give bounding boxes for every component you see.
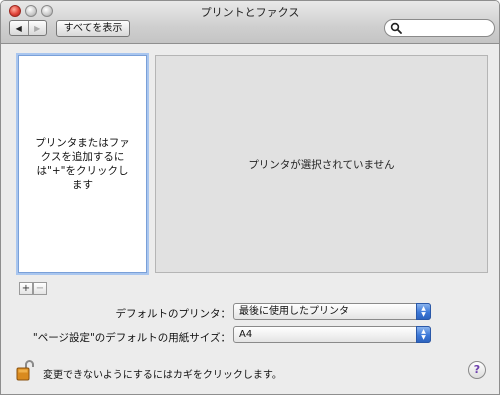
back-forward-control: ◀ ▶ — [9, 20, 47, 36]
lock-message: 変更できないようにするにはカギをクリックします。 — [43, 370, 282, 381]
popup-arrows-icon: ▲ ▼ — [416, 326, 431, 343]
search-field[interactable] — [384, 19, 495, 37]
window-title: プリントとファクス — [200, 6, 300, 19]
system-preferences-window: プリントとファクス ◀ ▶ すべてを表示 プリンタまたはファクスを追加するには"… — [0, 0, 500, 395]
printer-detail-panel: プリンタが選択されていません — [155, 55, 488, 273]
paper-size-value: A4 — [239, 329, 253, 340]
remove-printer-button[interactable]: − — [33, 282, 47, 295]
add-printer-button[interactable]: + — [19, 282, 33, 295]
default-printer-label: デフォルトのプリンタ： — [115, 308, 232, 320]
popup-arrows-icon: ▲ ▼ — [416, 303, 431, 320]
no-printer-selected-message: プリンタが選択されていません — [248, 158, 395, 171]
default-printer-popup[interactable]: 最後に使用したプリンタ ▲ ▼ — [233, 303, 431, 320]
titlebar: プリントとファクス ◀ ▶ すべてを表示 — [1, 1, 499, 44]
paper-size-label: "ページ設定"のデフォルトの用紙サイズ： — [32, 332, 231, 344]
printer-list-hint: プリンタまたはファクスを追加するには"+"をクリックします — [35, 137, 130, 191]
show-all-button[interactable]: すべてを表示 — [56, 20, 130, 37]
paper-size-popup[interactable]: A4 ▲ ▼ — [233, 326, 431, 343]
help-button[interactable]: ? — [468, 361, 486, 379]
lock-icon[interactable] — [16, 359, 34, 381]
printer-list[interactable]: プリンタまたはファクスを追加するには"+"をクリックします — [18, 55, 147, 273]
search-icon — [390, 22, 402, 34]
default-printer-value: 最後に使用したプリンタ — [239, 306, 349, 317]
back-button[interactable]: ◀ — [10, 21, 29, 35]
forward-button[interactable]: ▶ — [29, 21, 47, 35]
